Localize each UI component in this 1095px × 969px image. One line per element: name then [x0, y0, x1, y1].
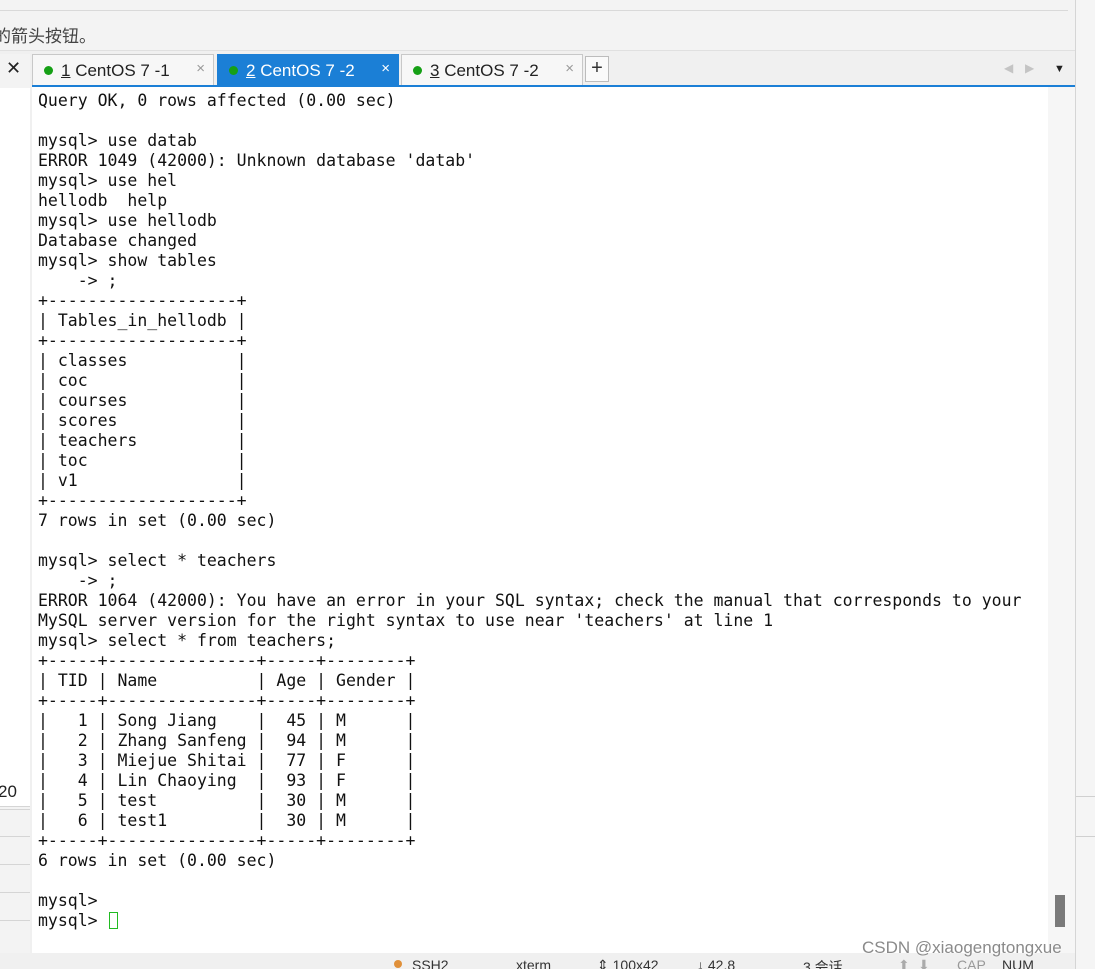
terminal-line: 6 rows in set (0.00 sec): [38, 851, 277, 870]
terminal-line: +-----+---------------+-----+--------+: [38, 691, 416, 710]
terminal-line: | 2 | Zhang Sanfeng | 94 | M |: [38, 731, 416, 750]
terminal-line: | 6 | test1 | 30 | M |: [38, 811, 416, 830]
left-panel-number: 20: [0, 782, 17, 801]
terminal-window[interactable]: Query OK, 0 rows affected (0.00 sec) mys…: [32, 87, 1075, 953]
terminal-line: MySQL server version for the right synta…: [38, 611, 774, 630]
terminal-line: +-----+---------------+-----+--------+: [38, 651, 416, 670]
terminal-line: +-------------------+: [38, 331, 247, 350]
status-position: ↓ 42,8: [697, 957, 735, 969]
status-size: ⇕ 100x42: [597, 957, 659, 969]
add-tab-button[interactable]: +: [585, 56, 609, 82]
terminal-line: mysql> select * teachers: [38, 551, 277, 570]
tab-next-icon[interactable]: ▶: [1025, 61, 1034, 75]
left-panel-divider: [0, 920, 30, 921]
terminal-line: +-------------------+: [38, 491, 247, 510]
left-panel-divider: [0, 892, 30, 893]
right-side-panel: [1075, 0, 1095, 969]
terminal-line: | TID | Name | Age | Gender |: [38, 671, 416, 690]
terminal-line: hellodb help: [38, 191, 168, 210]
right-panel-divider: [1076, 836, 1095, 837]
session-up-icon[interactable]: ⬆: [898, 957, 910, 969]
terminal-line: | 1 | Song Jiang | 45 | M |: [38, 711, 416, 730]
terminal-input-line[interactable]: mysql>: [38, 911, 1021, 931]
tab-centos-3[interactable]: 3 CentOS 7 -2 ×: [401, 54, 583, 85]
terminal-line: | toc |: [38, 451, 247, 470]
lock-icon: [394, 960, 402, 968]
cursor-position-icon: ↓: [697, 957, 708, 969]
terminal-line: mysql> show tables: [38, 251, 217, 270]
status-caps: CAP: [957, 957, 986, 969]
tab-close-icon[interactable]: ×: [565, 60, 574, 77]
connected-status-icon: [44, 66, 53, 75]
top-hint-area: 的箭头按钮。: [0, 0, 1075, 51]
terminal-line: mysql> use datab: [38, 131, 197, 150]
tab-label: 2 CentOS 7 -2: [246, 61, 355, 80]
vertical-scrollbar[interactable]: [1048, 87, 1075, 953]
watermark: CSDN @xiaogengtongxue: [862, 938, 1062, 957]
tab-centos-2[interactable]: 2 CentOS 7 -2 ×: [217, 54, 399, 85]
close-icon[interactable]: ✕: [6, 58, 21, 79]
left-panel-divider: [0, 806, 30, 807]
scrollbar-thumb[interactable]: [1055, 895, 1065, 927]
status-num: NUM: [1002, 957, 1034, 969]
connected-status-icon: [229, 66, 238, 75]
terminal-line: ERROR 1049 (42000): Unknown database 'da…: [38, 151, 476, 170]
left-side-panel: ✕ 20: [0, 54, 30, 954]
hint-text: 的箭头按钮。: [0, 27, 96, 47]
hint-divider: [0, 10, 1068, 11]
tab-close-icon[interactable]: ×: [196, 60, 205, 77]
terminal-line: mysql>: [38, 891, 98, 910]
left-panel-divider: [0, 809, 30, 810]
terminal-line: | v1 |: [38, 471, 247, 490]
left-panel-divider: [0, 836, 30, 837]
terminal-line: | courses |: [38, 391, 247, 410]
status-protocol: SSH2: [412, 957, 449, 969]
terminal-line: | 4 | Lin Chaoying | 93 | F |: [38, 771, 416, 790]
tab-close-icon[interactable]: ×: [381, 60, 390, 77]
terminal-line: | teachers |: [38, 431, 247, 450]
tab-prev-icon[interactable]: ◀: [1004, 61, 1013, 75]
terminal-line: mysql> use hellodb: [38, 211, 217, 230]
terminal-line: | 3 | Miejue Shitai | 77 | F |: [38, 751, 416, 770]
terminal-line: -> ;: [77, 571, 118, 590]
left-panel-body: [0, 88, 30, 806]
terminal-line: | coc |: [38, 371, 247, 390]
terminal-line: -> ;: [77, 271, 118, 290]
terminal-line: | 5 | test | 30 | M |: [38, 791, 416, 810]
session-tab-bar: 1 CentOS 7 -1 × 2 CentOS 7 -2 × 3 CentOS…: [32, 54, 1075, 86]
terminal-line: | scores |: [38, 411, 247, 430]
terminal-line: 7 rows in set (0.00 sec): [38, 511, 277, 530]
terminal-line: Database changed: [38, 231, 197, 250]
terminal-line: | classes |: [38, 351, 247, 370]
terminal-line: mysql> select * from teachers;: [38, 631, 337, 650]
left-panel-divider: [0, 864, 30, 865]
terminal-prompt: mysql>: [38, 911, 108, 930]
terminal-output: Query OK, 0 rows affected (0.00 sec) mys…: [38, 91, 1021, 931]
tab-label: 1 CentOS 7 -1: [61, 61, 170, 80]
terminal-line: +-----+---------------+-----+--------+: [38, 831, 416, 850]
text-cursor: [108, 912, 118, 929]
status-sessions: 3 会话: [803, 959, 843, 969]
connected-status-icon: [413, 66, 422, 75]
right-panel-divider: [1076, 796, 1095, 797]
session-down-icon[interactable]: ⬇: [918, 957, 930, 969]
terminal-line: mysql> use hel: [38, 171, 178, 190]
status-terminal-type: xterm: [516, 957, 551, 969]
terminal-line: Query OK, 0 rows affected (0.00 sec): [38, 91, 396, 110]
terminal-line: ERROR 1064 (42000): You have an error in…: [38, 591, 1022, 610]
terminal-line: | Tables_in_hellodb |: [38, 311, 247, 330]
terminal-line: +-------------------+: [38, 291, 247, 310]
tab-centos-1[interactable]: 1 CentOS 7 -1 ×: [32, 54, 214, 85]
terminal-lines: Query OK, 0 rows affected (0.00 sec) mys…: [38, 91, 1021, 910]
tab-label: 3 CentOS 7 -2: [430, 61, 539, 80]
resize-icon: ⇕: [597, 957, 613, 969]
tab-menu-icon[interactable]: ▼: [1054, 63, 1065, 75]
